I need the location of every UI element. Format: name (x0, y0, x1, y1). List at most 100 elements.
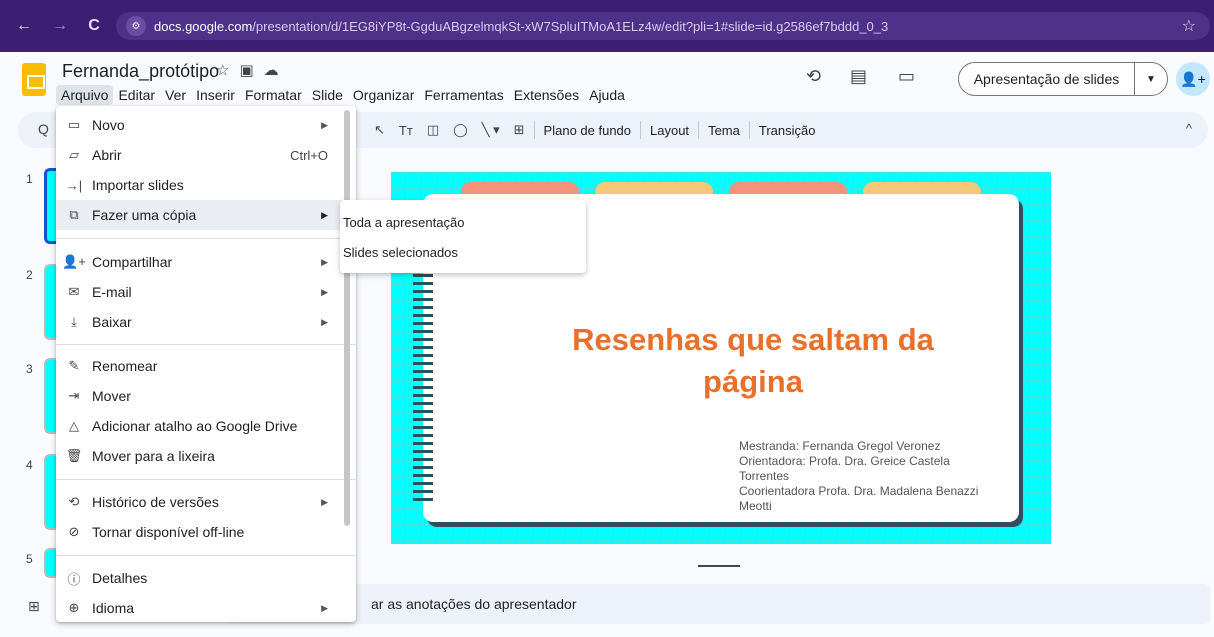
menu-item-abrir[interactable]: ▱ Abrir Ctrl+O (56, 140, 356, 170)
menu-extensoes[interactable]: Extensões (509, 85, 584, 105)
menu-ferramentas[interactable]: Ferramentas (419, 85, 508, 105)
textbox-icon[interactable]: Tт (399, 123, 413, 138)
menu-item-idioma[interactable]: ⊕ Idioma ▶ (56, 593, 356, 623)
menu-item-importar-slides[interactable]: →| Importar slides (56, 170, 356, 200)
transition-button[interactable]: Transição (759, 123, 816, 138)
menu-item-label: E-mail (92, 284, 132, 300)
image-icon[interactable]: ◫ (427, 122, 439, 138)
slideshow-dropdown-icon[interactable]: ▼ (1134, 62, 1168, 96)
toolbar-divider (748, 121, 750, 139)
menu-item-renomear[interactable]: ✎ Renomear (56, 351, 356, 381)
menu-organizar[interactable]: Organizar (348, 85, 419, 105)
browser-bar: ← → C ⚙ docs.google.com/presentation/d/1… (0, 0, 1214, 52)
shape-icon[interactable]: ◯ (453, 122, 468, 138)
menu-item-label: Detalhes (92, 570, 148, 586)
credit-line: Torrentes (739, 469, 790, 483)
submenu-item-toda-apresentacao[interactable]: Toda a apresentação (340, 207, 586, 237)
document-title[interactable]: Fernanda_protótipo (62, 61, 219, 82)
slide-number: 4 (26, 458, 33, 472)
menu-item-detalhes[interactable]: ⓘ Detalhes (56, 563, 356, 593)
shortcut-label: Ctrl+O (290, 147, 328, 163)
file-menu-dropdown: ▭ Novo ▶ ▱ Abrir Ctrl+O →| Importar slid… (56, 106, 356, 622)
star-icon[interactable]: ☆ (216, 61, 229, 79)
menu-divider (56, 555, 356, 556)
submenu-arrow-icon: ▶ (321, 316, 328, 327)
menu-item-atalho-drive[interactable]: △ Adicionar atalho ao Google Drive (56, 411, 356, 441)
offline-icon: ⊘ (68, 524, 80, 539)
menu-ajuda[interactable]: Ajuda (584, 85, 630, 105)
credit-line: Mestranda: Fernanda Gregol Veronez (739, 439, 941, 453)
slides-logo-icon[interactable] (22, 63, 46, 96)
forward-arrow-icon[interactable]: → (46, 12, 74, 40)
import-icon: →| (65, 177, 83, 193)
history-icon: ⟲ (68, 494, 80, 509)
share-person-add-icon[interactable]: 👤+ (1176, 62, 1210, 96)
comments-icon[interactable]: ▤ (850, 66, 867, 87)
submenu-arrow-icon: ▶ (321, 209, 328, 220)
menu-item-offline[interactable]: ⊘ Tornar disponível off-line (56, 517, 356, 547)
menu-item-label: Adicionar atalho ao Google Drive (92, 418, 298, 434)
menu-item-label: Renomear (92, 358, 158, 374)
notes-resize-handle[interactable] (698, 565, 740, 567)
slide-number: 5 (26, 552, 33, 566)
menu-divider (56, 238, 356, 239)
back-arrow-icon[interactable]: ← (10, 12, 38, 40)
menu-item-email[interactable]: ✉ E-mail ▶ (56, 277, 356, 307)
copy-submenu: Toda a apresentação Slides selecionados (340, 200, 586, 273)
globe-icon: ⊕ (68, 600, 80, 615)
menu-item-label: Idioma (92, 600, 135, 616)
background-button[interactable]: Plano de fundo (544, 123, 631, 138)
search-menus-icon[interactable]: Q (38, 121, 49, 137)
slideshow-button[interactable]: Apresentação de slides (958, 62, 1134, 96)
menu-item-compartilhar[interactable]: 👤+ Compartilhar ▶ (56, 247, 356, 277)
move-icon: ⇥ (68, 388, 80, 403)
toolbar-divider (698, 121, 700, 139)
meet-icon[interactable]: ▭ (898, 66, 915, 87)
info-icon: ⓘ (67, 571, 81, 587)
address-bar[interactable]: ⚙ docs.google.com/presentation/d/1EG8iYP… (116, 12, 1210, 40)
version-history-icon[interactable]: ⟲ (806, 66, 821, 87)
menu-slide[interactable]: Slide (307, 85, 348, 105)
menubar: Arquivo Editar Ver Inserir Formatar Slid… (56, 85, 630, 105)
menu-item-label: Histórico de versões (92, 494, 219, 510)
collapse-toolbar-icon[interactable]: ^ (1186, 121, 1192, 136)
new-icon: ▭ (67, 117, 81, 132)
submenu-arrow-icon: ▶ (321, 256, 328, 267)
url-text: docs.google.com/presentation/d/1EG8iYP8t… (154, 19, 1164, 34)
menu-scrollbar[interactable] (344, 110, 350, 526)
move-folder-icon[interactable]: ▣ (239, 61, 253, 79)
submenu-item-slides-selecionados[interactable]: Slides selecionados (340, 237, 586, 267)
line-icon[interactable]: ╲ ▾ (482, 122, 500, 138)
site-settings-icon[interactable]: ⚙ (126, 16, 146, 36)
menu-arquivo[interactable]: Arquivo (56, 85, 114, 105)
trash-icon: 🗑 (65, 448, 83, 463)
reload-icon[interactable]: C (80, 12, 108, 40)
slide-credits[interactable]: Mestranda: Fernanda Gregol Veronez Orien… (739, 439, 1019, 514)
slide-number: 2 (26, 268, 33, 282)
menu-item-baixar[interactable]: ⤓ Baixar ▶ (56, 307, 356, 337)
layout-button[interactable]: Layout (650, 123, 689, 138)
slide-title[interactable]: Resenhas que saltam da página (543, 319, 963, 403)
menu-item-historico-versoes[interactable]: ⟲ Histórico de versões ▶ (56, 487, 356, 517)
submenu-arrow-icon: ▶ (321, 286, 328, 297)
submenu-arrow-icon: ▶ (321, 119, 328, 130)
toolbar-divider (640, 121, 642, 139)
menu-item-fazer-copia[interactable]: ⧉ Fazer uma cópia ▶ (56, 200, 356, 230)
comment-add-icon[interactable]: ⊞ (514, 122, 525, 138)
menu-formatar[interactable]: Formatar (240, 85, 307, 105)
select-icon[interactable]: ↖ (374, 122, 385, 138)
theme-button[interactable]: Tema (708, 123, 740, 138)
drive-shortcut-icon: △ (69, 418, 79, 433)
filmstrip: 1 2 3 4 5 (0, 160, 60, 580)
menu-inserir[interactable]: Inserir (191, 85, 240, 105)
menu-item-mover[interactable]: ⇥ Mover (56, 381, 356, 411)
speaker-notes[interactable]: ar as anotações do apresentador (228, 584, 1210, 624)
menu-ver[interactable]: Ver (160, 85, 191, 105)
menu-item-novo[interactable]: ▭ Novo ▶ (56, 110, 356, 140)
menu-item-lixeira[interactable]: 🗑 Mover para a lixeira (56, 441, 356, 471)
cloud-status-icon[interactable]: ☁ (264, 61, 279, 79)
menu-editar[interactable]: Editar (113, 85, 160, 105)
url-domain: docs.google.com (154, 18, 253, 34)
bookmark-star-icon[interactable]: ☆ (1182, 16, 1196, 36)
grid-view-icon[interactable]: ⊞ (28, 598, 40, 615)
